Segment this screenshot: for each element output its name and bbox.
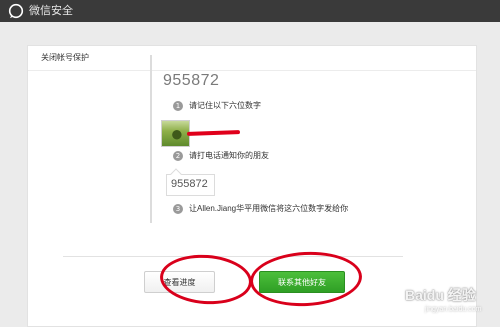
divider <box>63 256 403 257</box>
code-bubble-text: 955872 <box>171 178 208 190</box>
wechat-security-logo-icon <box>8 3 24 19</box>
step-3-number: 3 <box>173 204 183 214</box>
step-1-number: 1 <box>173 101 183 111</box>
verification-code: 955872 <box>163 72 220 89</box>
step-timeline <box>150 55 152 223</box>
app-title: 微信安全 <box>29 5 73 17</box>
step-1-text: 请记住以下六位数字 <box>189 101 261 110</box>
top-bar: 微信安全 <box>0 0 500 22</box>
watermark-url: jingyan.baidu.com <box>425 306 482 313</box>
panel-title: 关闭帐号保护 <box>41 53 89 62</box>
step-2-number: 2 <box>173 151 183 161</box>
friend-avatar <box>161 120 190 147</box>
panel-header: 关闭帐号保护 <box>28 46 476 71</box>
step-3-text: 让Allen.Jiang华平用微信将这六位数字发给你 <box>189 204 349 213</box>
watermark-brand: Baidu 经验 <box>405 287 476 303</box>
step-2-text: 请打电话通知你的朋友 <box>189 151 269 160</box>
